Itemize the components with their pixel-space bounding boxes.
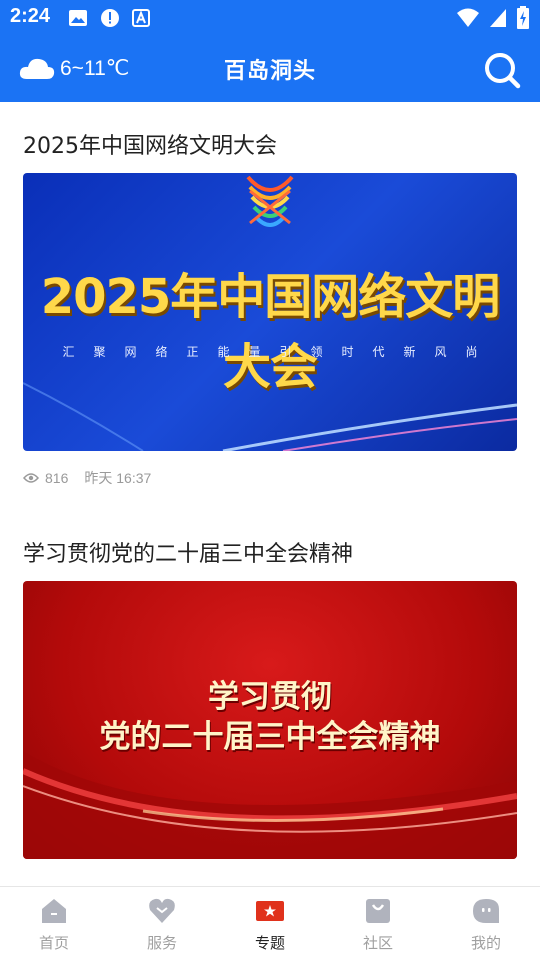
app-header: 6~11℃ 百岛洞头 [0, 36, 540, 102]
news-card[interactable]: 2025年中国网络文明大会 2025年中国网络文明大会 汇聚网络正能量引领时代新… [0, 102, 540, 502]
app-title: 百岛洞头 [223, 58, 316, 84]
eye-icon [23, 473, 39, 483]
news-card[interactable]: 学习贯彻党的二十届三中全会精神 学习贯彻 党的二十届三中全会精神 [0, 510, 540, 886]
news-title[interactable]: 2025年中国网络文明大会 [23, 128, 277, 160]
tab-profile[interactable]: 我的 [432, 887, 540, 960]
status-time: 2:24 [10, 5, 51, 27]
tab-label: 首页 [38, 934, 69, 952]
a-icon [132, 9, 150, 27]
system-icons [456, 6, 530, 30]
heart-icon [149, 898, 175, 923]
light-streak [23, 382, 517, 451]
search-icon [485, 53, 521, 89]
bottom-tab-bar: 首页 服务 专题 社区 我的 [0, 886, 540, 960]
tab-topics[interactable]: 专题 [216, 887, 324, 960]
star-badge-icon [256, 901, 284, 921]
image-icon [69, 10, 87, 26]
tab-label: 我的 [470, 934, 501, 952]
search-button[interactable] [482, 50, 522, 90]
profile-icon [473, 899, 499, 923]
tab-home[interactable]: 首页 [0, 887, 108, 960]
publish-time: 昨天 16:37 [84, 470, 152, 486]
news-meta: 816 昨天 16:37 [23, 468, 151, 488]
battery-charging-icon [517, 6, 529, 29]
ribbon-decoration [23, 751, 517, 859]
wifi-icon [457, 8, 479, 27]
news-title[interactable]: 学习贯彻党的二十届三中全会精神 [23, 536, 353, 568]
alert-icon [101, 9, 119, 27]
tab-label: 社区 [362, 934, 393, 952]
home-icon [42, 899, 66, 923]
status-bar: 2:24 [0, 0, 540, 36]
bag-icon [366, 899, 390, 923]
tab-community[interactable]: 社区 [324, 887, 432, 960]
tab-label: 专题 [254, 934, 285, 952]
tab-service[interactable]: 服务 [108, 887, 216, 960]
news-banner-image[interactable]: 学习贯彻 党的二十届三中全会精神 [23, 581, 517, 859]
signal-icon [490, 9, 506, 27]
view-count: 816 [45, 470, 69, 486]
notification-icons [68, 8, 150, 28]
tab-label: 服务 [146, 934, 177, 952]
news-feed[interactable]: 2025年中国网络文明大会 2025年中国网络文明大会 汇聚网络正能量引领时代新… [0, 102, 540, 886]
news-banner-image[interactable]: 2025年中国网络文明大会 汇聚网络正能量引领时代新风尚 [23, 173, 517, 451]
